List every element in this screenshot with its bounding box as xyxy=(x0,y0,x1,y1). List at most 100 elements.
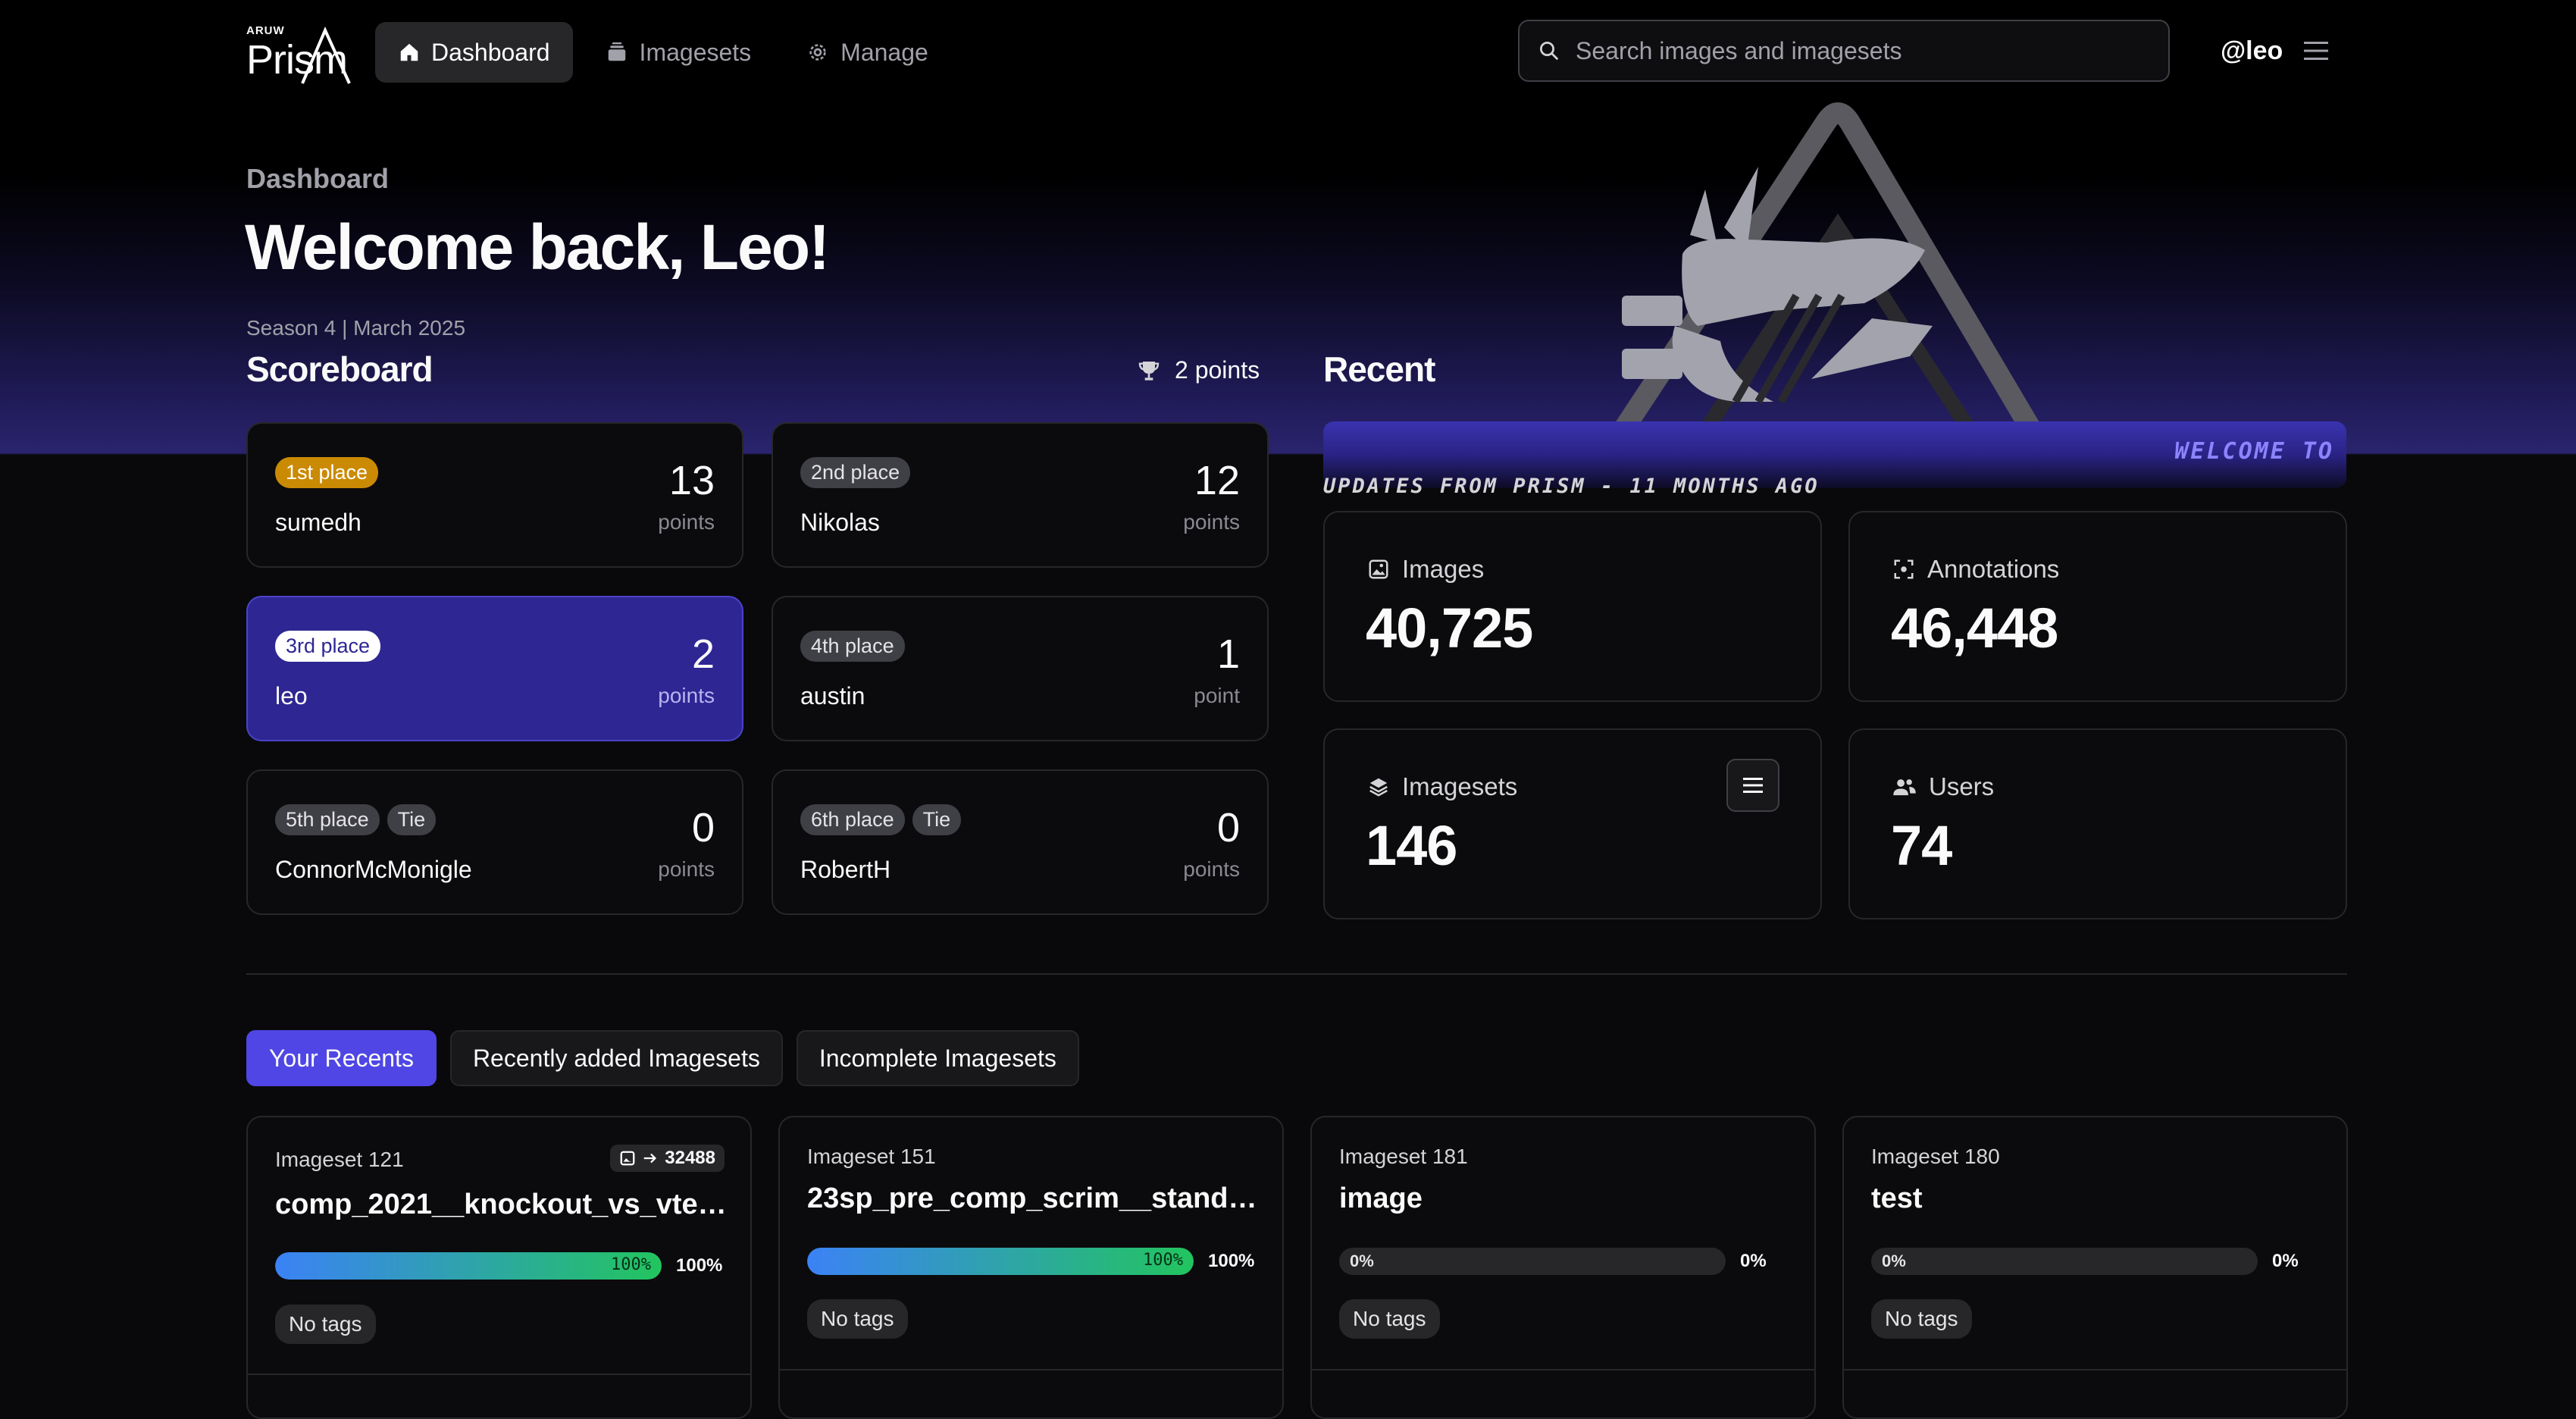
imageset-id: Imageset 180 xyxy=(1871,1145,2000,1168)
my-points-value: 2 points xyxy=(1175,356,1260,384)
place-badge: 5th place xyxy=(275,804,380,835)
imageset-card[interactable]: Imageset 181 image 0% 0% No tags xyxy=(1310,1116,1816,1419)
place-badge: 6th place xyxy=(800,804,905,835)
imageset-id: Imageset 181 xyxy=(1339,1145,1468,1168)
section-divider xyxy=(246,973,2347,975)
tie-badge: Tie xyxy=(387,804,437,835)
tab-your-recents[interactable]: Your Recents xyxy=(246,1030,437,1086)
points-label: points xyxy=(658,857,715,881)
player-name: RobertH xyxy=(800,856,891,883)
stack-icon xyxy=(608,42,625,61)
tie-badge: Tie xyxy=(912,804,962,835)
image-count-badge: 32488 xyxy=(610,1145,725,1172)
username[interactable]: @leo xyxy=(2221,36,2283,66)
stat-card-imagesets: Imagesets 146 xyxy=(1323,728,1822,919)
player-points: 0 xyxy=(1216,805,1240,850)
banner-scroll-text: WELCOME TO xyxy=(2174,438,2334,465)
card-footer-divider xyxy=(1312,1369,1814,1370)
recent-title: Recent xyxy=(1323,349,1435,389)
stat-label: Users xyxy=(1929,772,1995,800)
imageset-id: Imageset 151 xyxy=(807,1145,936,1168)
nav-imagesets-label: Imagesets xyxy=(639,38,752,66)
tag-pill: No tags xyxy=(807,1299,908,1339)
points-label: points xyxy=(658,510,715,534)
tab-recently-added-imagesets[interactable]: Recently added Imagesets xyxy=(449,1030,783,1086)
score-card-current-user[interactable]: 3rd place leo 2 points xyxy=(246,596,743,741)
prism-logo-icon xyxy=(301,27,351,84)
progress-percent: 0% xyxy=(1740,1251,1767,1271)
image-count: 32488 xyxy=(665,1148,715,1168)
stat-label: Images xyxy=(1402,555,1485,583)
card-footer-divider xyxy=(1844,1369,2346,1370)
player-points: 1 xyxy=(1216,631,1240,677)
stat-card-images: Images 40,725 xyxy=(1323,511,1822,702)
stat-label: Imagesets xyxy=(1402,772,1518,800)
tag-pill: No tags xyxy=(1339,1299,1440,1339)
users-icon xyxy=(1893,779,1916,796)
player-points: 2 xyxy=(691,631,715,677)
tag-pill: No tags xyxy=(1871,1299,1972,1339)
progress-bar: 0% xyxy=(1871,1248,2258,1275)
points-label: points xyxy=(1183,510,1240,534)
nav-manage-label: Manage xyxy=(840,38,928,66)
annotation-icon xyxy=(1894,559,1914,579)
place-badge: 1st place xyxy=(275,457,379,488)
tag-pill: No tags xyxy=(275,1305,376,1344)
player-name: ConnorMcMonigle xyxy=(275,856,472,883)
imageset-name: comp_2021__knockout_vs_vtech__... xyxy=(275,1189,730,1220)
search-box[interactable] xyxy=(1518,20,2170,82)
progress-bar-label: 0% xyxy=(1350,1251,1374,1270)
progress-bar: 0% xyxy=(1339,1248,1726,1275)
player-name: sumedh xyxy=(275,509,362,536)
page-title: Welcome back, Leo! xyxy=(245,211,830,283)
score-card[interactable]: 6th place Tie RobertH 0 points xyxy=(772,769,1269,915)
search-input[interactable] xyxy=(1574,36,2153,66)
stat-label: Annotations xyxy=(1927,555,2060,583)
stat-value: 74 xyxy=(1891,814,1952,877)
points-label: points xyxy=(658,684,715,707)
player-points: 13 xyxy=(668,458,715,503)
my-points: 2 points xyxy=(1137,356,1260,384)
progress-bar-label: 0% xyxy=(1882,1251,1906,1270)
score-card[interactable]: 5th place Tie ConnorMcMonigle 0 points xyxy=(246,769,743,915)
nav-manage[interactable]: Manage xyxy=(783,22,951,83)
arrow-right-icon xyxy=(644,1153,657,1164)
player-points: 0 xyxy=(691,805,715,850)
prism-logo[interactable]: ARUW Prism xyxy=(246,20,352,85)
progress-bar: 100% xyxy=(275,1252,662,1280)
progress-fill: 100% xyxy=(275,1252,662,1280)
layers-icon xyxy=(1369,778,1388,797)
place-badge: 2nd place xyxy=(800,457,911,488)
player-name: leo xyxy=(275,682,308,710)
progress-percent: 100% xyxy=(1208,1251,1255,1271)
imageset-tabs: Your Recents Recently added Imagesets In… xyxy=(246,1030,1079,1086)
score-card[interactable]: 1st place sumedh 13 points xyxy=(246,422,743,568)
stat-card-users: Users 74 xyxy=(1848,728,2347,919)
points-label: point xyxy=(1194,684,1240,707)
imageset-name: test xyxy=(1871,1182,1923,1214)
progress-fill: 100% xyxy=(807,1248,1194,1275)
user-menu[interactable]: @leo xyxy=(2221,20,2330,82)
score-card[interactable]: 4th place austin 1 point xyxy=(772,596,1269,741)
place-badge: 4th place xyxy=(800,631,905,662)
player-name: Nikolas xyxy=(800,509,880,536)
tab-incomplete-imagesets[interactable]: Incomplete Imagesets xyxy=(796,1030,1079,1086)
imageset-card[interactable]: Imageset 151 23sp_pre_comp_scrim__standa… xyxy=(778,1116,1284,1419)
progress-percent: 0% xyxy=(2272,1251,2299,1271)
hamburger-menu-icon[interactable] xyxy=(2302,39,2330,62)
imagesets-menu-button[interactable] xyxy=(1726,759,1779,812)
nav-dashboard[interactable]: Dashboard xyxy=(375,22,573,83)
score-card[interactable]: 2nd place Nikolas 12 points xyxy=(772,422,1269,568)
stat-value: 40,725 xyxy=(1366,597,1533,659)
mascot-illustration xyxy=(1598,102,2056,455)
nav-imagesets[interactable]: Imagesets xyxy=(582,22,775,83)
imageset-card[interactable]: Imageset 121 32488 comp_2021__knockout_v… xyxy=(246,1116,752,1419)
progress-percent: 100% xyxy=(676,1255,723,1276)
imageset-card[interactable]: Imageset 180 test 0% 0% No tags xyxy=(1842,1116,2348,1419)
top-nav: ARUW Prism Dashboard Imagesets Manage @l… xyxy=(246,20,2346,85)
logo-small-text: ARUW xyxy=(246,24,285,37)
image-icon xyxy=(620,1151,635,1166)
card-footer-divider xyxy=(248,1374,750,1375)
stat-card-annotations: Annotations 46,448 xyxy=(1848,511,2347,702)
home-icon xyxy=(400,43,418,61)
